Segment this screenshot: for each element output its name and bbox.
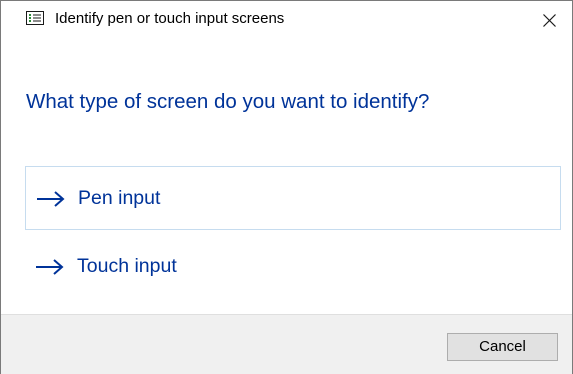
- arrow-right-icon: [36, 190, 66, 208]
- close-icon: [543, 14, 556, 27]
- close-button[interactable]: [527, 1, 572, 39]
- dialog-window: Identify pen or touch input screens What…: [0, 0, 573, 374]
- cancel-button[interactable]: Cancel: [447, 333, 558, 361]
- window-title: Identify pen or touch input screens: [55, 10, 285, 27]
- dialog-footer: Cancel: [1, 314, 572, 374]
- page-heading: What type of screen do you want to ident…: [26, 90, 430, 113]
- arrow-right-icon: [35, 258, 65, 276]
- touch-input-label: Touch input: [77, 255, 177, 277]
- touch-input-option[interactable]: Touch input: [25, 235, 561, 299]
- pen-input-label: Pen input: [78, 187, 161, 209]
- pen-input-option[interactable]: Pen input: [25, 166, 561, 230]
- title-bar[interactable]: Identify pen or touch input screens: [1, 1, 572, 39]
- calibration-list-icon: [26, 11, 44, 25]
